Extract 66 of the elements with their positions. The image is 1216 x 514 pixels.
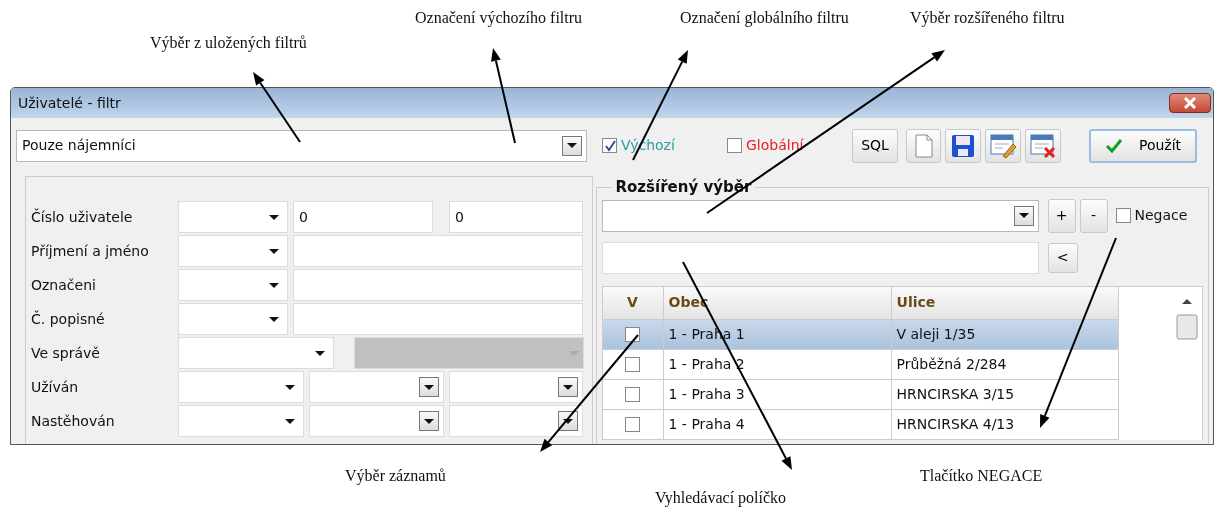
remove-button[interactable]: - xyxy=(1079,198,1108,233)
table-row[interactable]: 1 - Praha 3 HRNCIRSKA 3/15 xyxy=(602,379,1119,410)
back-button[interactable]: < xyxy=(1047,242,1078,273)
table-cell: HRNCIRSKA 3/15 xyxy=(891,379,1119,410)
checkbox[interactable] xyxy=(727,138,742,153)
value-dropdown[interactable] xyxy=(449,405,583,437)
check-icon xyxy=(603,139,616,152)
apply-button[interactable]: Použít xyxy=(1089,128,1197,163)
field-label: Č. popisné xyxy=(31,309,106,329)
input-field[interactable] xyxy=(293,303,583,335)
dropdown-button[interactable] xyxy=(1013,205,1034,226)
dropdown-button[interactable] xyxy=(419,377,439,397)
field-label: Označeni xyxy=(31,275,97,295)
table-cell: 1 - Praha 3 xyxy=(663,379,892,410)
field-label: Ve správě xyxy=(31,343,101,363)
dropdown-button[interactable] xyxy=(562,135,582,156)
value-dropdown[interactable] xyxy=(449,371,583,403)
sql-button[interactable]: SQL xyxy=(852,128,898,163)
delete-button[interactable] xyxy=(1025,128,1061,163)
checkbox[interactable] xyxy=(625,326,640,342)
column-header[interactable]: Ulice xyxy=(891,286,1119,320)
field-label: Příjmení a jméno xyxy=(31,241,150,261)
input-field[interactable] xyxy=(293,269,583,301)
value-dropdown[interactable] xyxy=(309,371,444,403)
window-title: Uživatelé - filtr xyxy=(18,93,121,113)
column-header[interactable]: V xyxy=(602,286,664,320)
dropdown-button[interactable] xyxy=(558,377,578,397)
table-cell: 1 - Praha 4 xyxy=(663,409,892,440)
close-icon xyxy=(1183,97,1197,109)
save-button[interactable] xyxy=(945,128,981,163)
dropdown-value: Pouze nájemníci xyxy=(22,136,136,155)
checkbox-label: Negace xyxy=(1134,206,1188,225)
search-field[interactable] xyxy=(601,241,1039,274)
saved-filter-dropdown[interactable]: Pouze nájemníci xyxy=(16,129,587,162)
checkbox[interactable] xyxy=(625,356,640,372)
checkbox[interactable] xyxy=(1115,208,1131,223)
table-delete-icon xyxy=(1029,132,1057,159)
input-field[interactable]: 0 xyxy=(293,201,433,233)
callout-label: Tlačítko NEGACE xyxy=(920,466,1043,486)
callout-label: Vyhledávací políčko xyxy=(655,488,787,508)
edit-button[interactable] xyxy=(985,128,1021,163)
field-label: Užíván xyxy=(31,377,80,397)
value-dropdown[interactable] xyxy=(309,405,444,437)
close-button[interactable] xyxy=(1169,93,1211,113)
input-field[interactable] xyxy=(293,235,583,267)
callout-label: Výběr záznamů xyxy=(345,466,446,486)
callout-label: Označení globálního filtru xyxy=(680,8,849,28)
callout-label: Označení výchozího filtru xyxy=(415,8,583,28)
checkbox-label: Globální xyxy=(746,136,804,155)
checkbox[interactable] xyxy=(602,138,617,153)
dropdown-button[interactable] xyxy=(419,411,439,431)
table-pencil-icon xyxy=(989,132,1017,159)
field-label: Číslo uživatele xyxy=(31,207,134,227)
checkbox[interactable] xyxy=(625,386,640,402)
add-button[interactable]: + xyxy=(1047,198,1076,233)
arrow xyxy=(253,72,301,143)
checkbox[interactable] xyxy=(625,416,640,432)
callout-label: Výběr z uložených filtrů xyxy=(150,33,307,53)
check-icon xyxy=(1104,137,1123,154)
table-cell: Průběžná 2/284 xyxy=(891,349,1119,380)
input-field[interactable]: 0 xyxy=(449,201,583,233)
table-row[interactable]: 1 - Praha 4 HRNCIRSKA 4/13 xyxy=(602,409,1119,440)
table-cell: HRNCIRSKA 4/13 xyxy=(891,409,1119,440)
callout-label: Výběr rozšířeného filtru xyxy=(910,8,1065,28)
field-label: Nastěhován xyxy=(31,411,116,431)
table-cell: V aleji 1/35 xyxy=(891,319,1119,350)
